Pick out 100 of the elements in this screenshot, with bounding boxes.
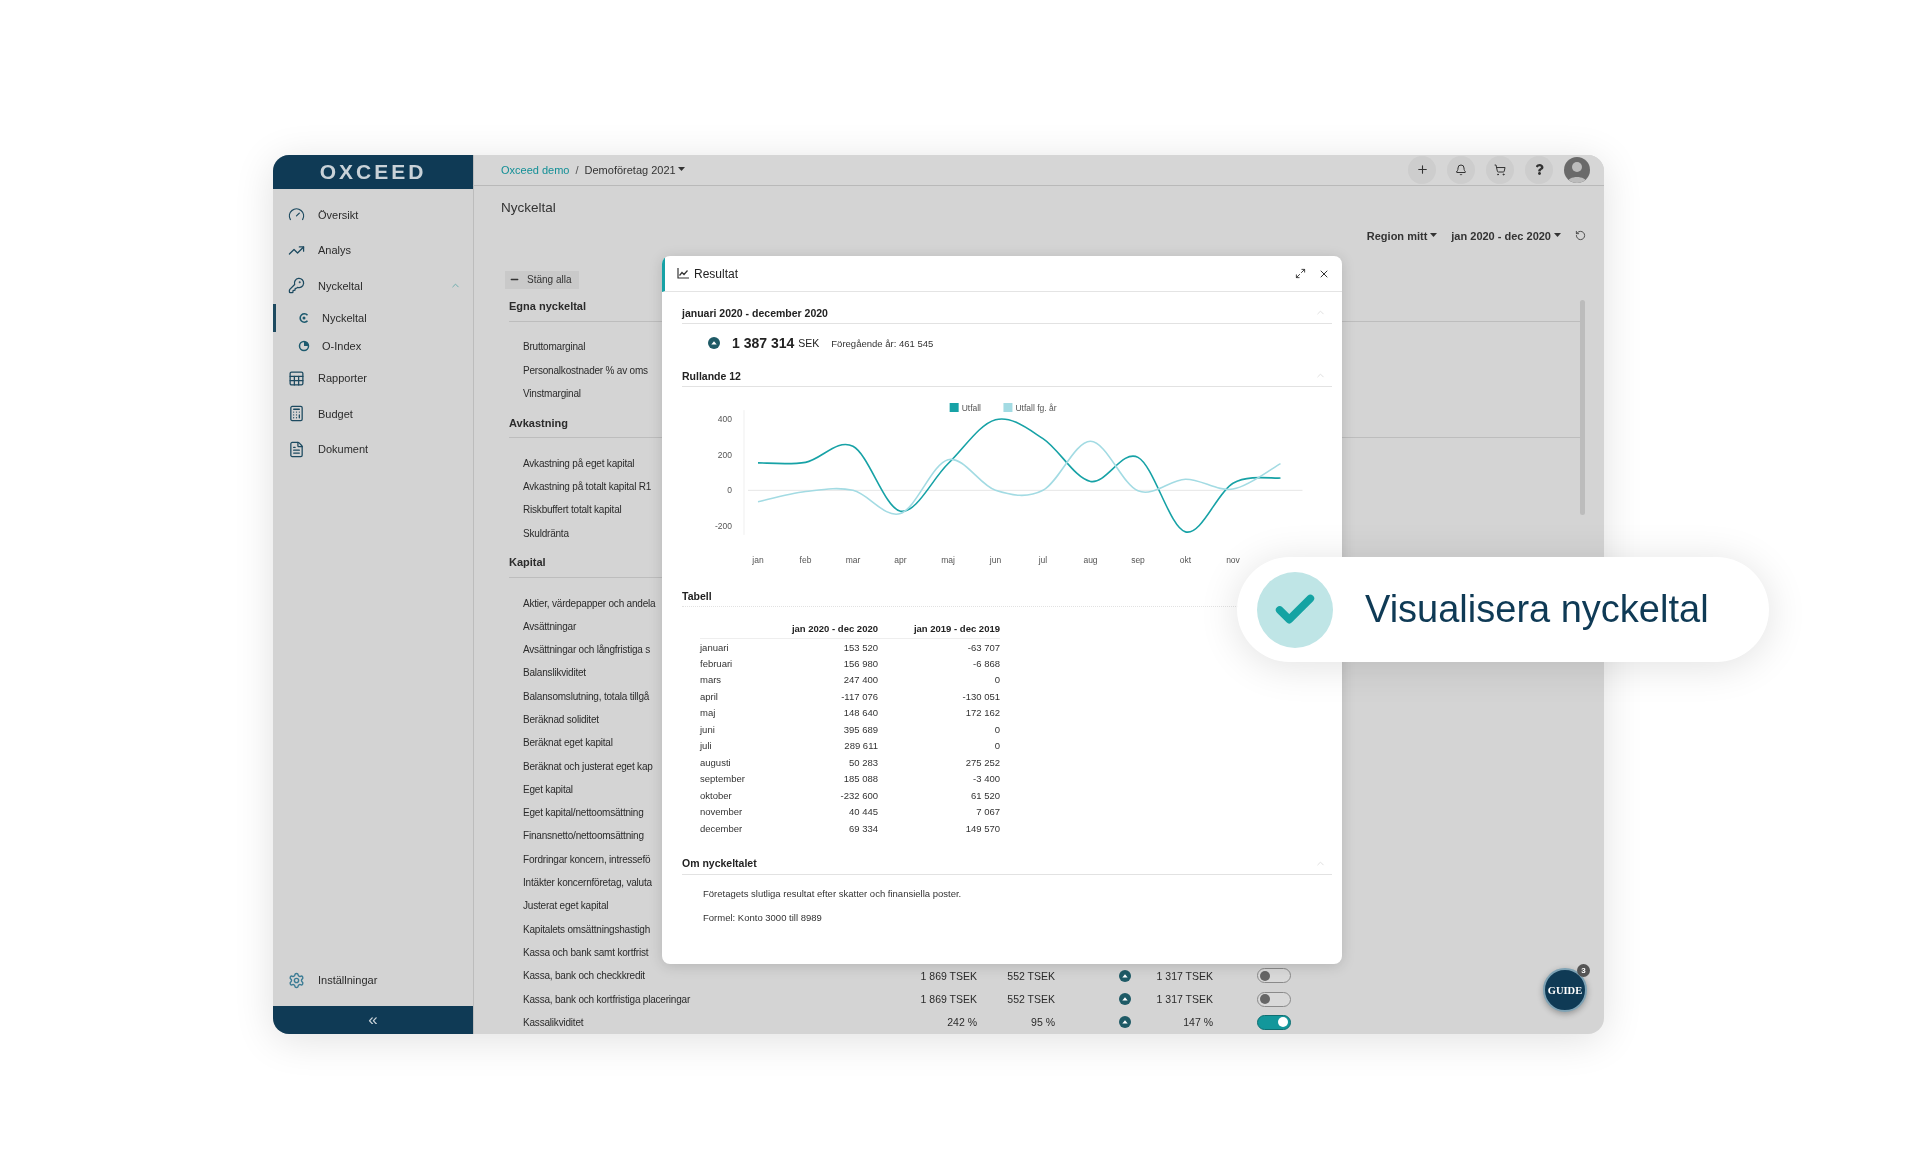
table-cell: 7 067 (878, 803, 1000, 820)
x-tick-label: sep (1131, 555, 1145, 565)
table-cell: -6 868 (878, 655, 1000, 672)
x-tick-label: okt (1179, 555, 1192, 565)
y-tick-label: 0 (727, 485, 732, 496)
table-cell-text: 289 611 (843, 739, 878, 754)
month-cell: januari (700, 638, 778, 655)
section-title[interactable]: Rullande 12 (682, 369, 741, 382)
current-value: 242 % (946, 1016, 977, 1029)
toggle-switch[interactable] (1257, 991, 1291, 1007)
x-tick-label: jun (989, 555, 1002, 565)
metric-name[interactable]: Kassa, bank och kortfristiga placeringar (523, 993, 880, 1005)
x-tick-label: feb (799, 555, 812, 565)
table-cell-text: 247 400 (842, 673, 878, 688)
help-button[interactable] (1525, 155, 1553, 184)
nav-icon (288, 440, 305, 458)
reset-icon[interactable] (1575, 230, 1586, 242)
filter-dropdown[interactable]: jan 2020 - dec 2020 (1451, 229, 1561, 242)
caret-icon (1430, 233, 1438, 239)
change-value: 147 % (1182, 1016, 1213, 1029)
month-cell-text: november (700, 805, 744, 820)
column-header: jan 2020 - dec 2020 (791, 623, 878, 634)
section-title[interactable]: Tabell (682, 589, 712, 602)
legend-label: Utfall (961, 403, 982, 413)
nav-subitem[interactable]: Nyckeltal (273, 303, 473, 332)
up-circle-icon (1119, 1016, 1131, 1029)
currency-unit: SEK (798, 337, 820, 349)
nav-item[interactable]: Nyckeltal (273, 268, 473, 304)
table-cell: -3 400 (878, 770, 1000, 787)
scrollbar[interactable] (1580, 300, 1585, 515)
notifications-button[interactable] (1447, 155, 1475, 184)
x-tick-label: jul (1038, 555, 1048, 565)
add-button[interactable] (1408, 155, 1436, 184)
notification-badge: 3 (1577, 964, 1590, 977)
nav-item[interactable]: Översikt (273, 197, 473, 233)
x-tick-label: maj (941, 555, 955, 565)
nav-icon (288, 405, 305, 423)
section-title[interactable]: Avkastning (509, 416, 568, 429)
section-title[interactable]: Om nyckeltalet (682, 857, 757, 869)
x-tick-label: jan (752, 555, 764, 565)
table-cell: 0 (878, 737, 1000, 754)
up-circle-icon (708, 337, 720, 349)
month-cell-text: februari (700, 656, 734, 671)
x-tick-label: mar (845, 555, 861, 565)
settings-item[interactable]: Inställningar (273, 960, 473, 1000)
company-dropdown[interactable]: Demoföretag 2021 (584, 163, 685, 176)
previous-value: 552 TSEK (1006, 993, 1055, 1006)
table-cell: -63 707 (878, 638, 1000, 655)
up-circle-icon (1119, 993, 1131, 1006)
nav-item[interactable]: Dokument (273, 431, 473, 467)
callout-text: Visualisera nyckeltal (1365, 588, 1709, 631)
table-cell-text: 50 283 (847, 755, 878, 770)
section-title[interactable]: januari 2020 - december 2020 (682, 306, 828, 319)
formula-text: Formel: Konto 3000 till 8989 (702, 911, 823, 923)
table-cell-text: 395 689 (842, 722, 878, 737)
table-cell: 0 (878, 721, 1000, 738)
table-cell: 153 520 (778, 638, 878, 655)
pie-icon (298, 340, 310, 353)
metric-name[interactable]: Kassa, bank och checkkredit (523, 970, 880, 982)
collapse-all-button[interactable]: Stäng alla (505, 270, 580, 289)
cart-button[interactable] (1486, 155, 1514, 184)
month-cell-text: september (700, 772, 746, 787)
table-cell: 172 162 (878, 704, 1000, 721)
month-cell-text: december (700, 821, 744, 836)
result-value: 1 387 314 (732, 335, 795, 351)
refresh-circle-icon (298, 311, 310, 324)
up-circle-icon (1119, 969, 1131, 982)
nav-icon (288, 369, 305, 387)
nav-subitem[interactable]: O-Index (273, 332, 473, 361)
expand-icon[interactable] (1295, 268, 1306, 279)
previous-value: 552 TSEK (1006, 969, 1055, 982)
table-cell: 149 570 (878, 820, 1000, 837)
metric-name[interactable]: Kassalikviditet (523, 1016, 880, 1028)
nav-item[interactable]: Analys (273, 232, 473, 268)
toggle-switch[interactable] (1257, 1014, 1291, 1030)
filter-dropdown[interactable]: Region mitt (1366, 229, 1438, 242)
table-cell: -130 051 (878, 688, 1000, 705)
cart-icon (1494, 163, 1506, 176)
y-tick-label: 400 (717, 414, 732, 424)
legend-swatch (949, 403, 959, 412)
month-cell-text: mars (700, 673, 723, 688)
bell-icon (1455, 163, 1467, 176)
toggle-switch[interactable] (1257, 968, 1291, 984)
caret-icon (677, 167, 685, 173)
question-mark-icon (1533, 164, 1545, 176)
section-title[interactable]: Egna nyckeltal (509, 300, 587, 313)
y-tick-label: -200 (715, 521, 732, 531)
table-cell-text: 148 640 (842, 706, 878, 721)
nav-item[interactable]: Rapporter (273, 360, 473, 396)
page-title: Nyckeltal (501, 199, 557, 215)
line-chart-icon (677, 268, 689, 279)
table-cell-text: 69 334 (847, 821, 878, 836)
collapse-button[interactable]: « (273, 1006, 473, 1034)
section-title[interactable]: Kapital (509, 556, 546, 569)
change-value: 1 317 TSEK (1155, 993, 1213, 1006)
avatar[interactable] (1564, 156, 1590, 183)
table-cell: 0 (878, 671, 1000, 688)
nav-item[interactable]: Budget (273, 396, 473, 432)
table-cell-text: 156 980 (842, 656, 878, 671)
nav-icon (288, 277, 305, 295)
